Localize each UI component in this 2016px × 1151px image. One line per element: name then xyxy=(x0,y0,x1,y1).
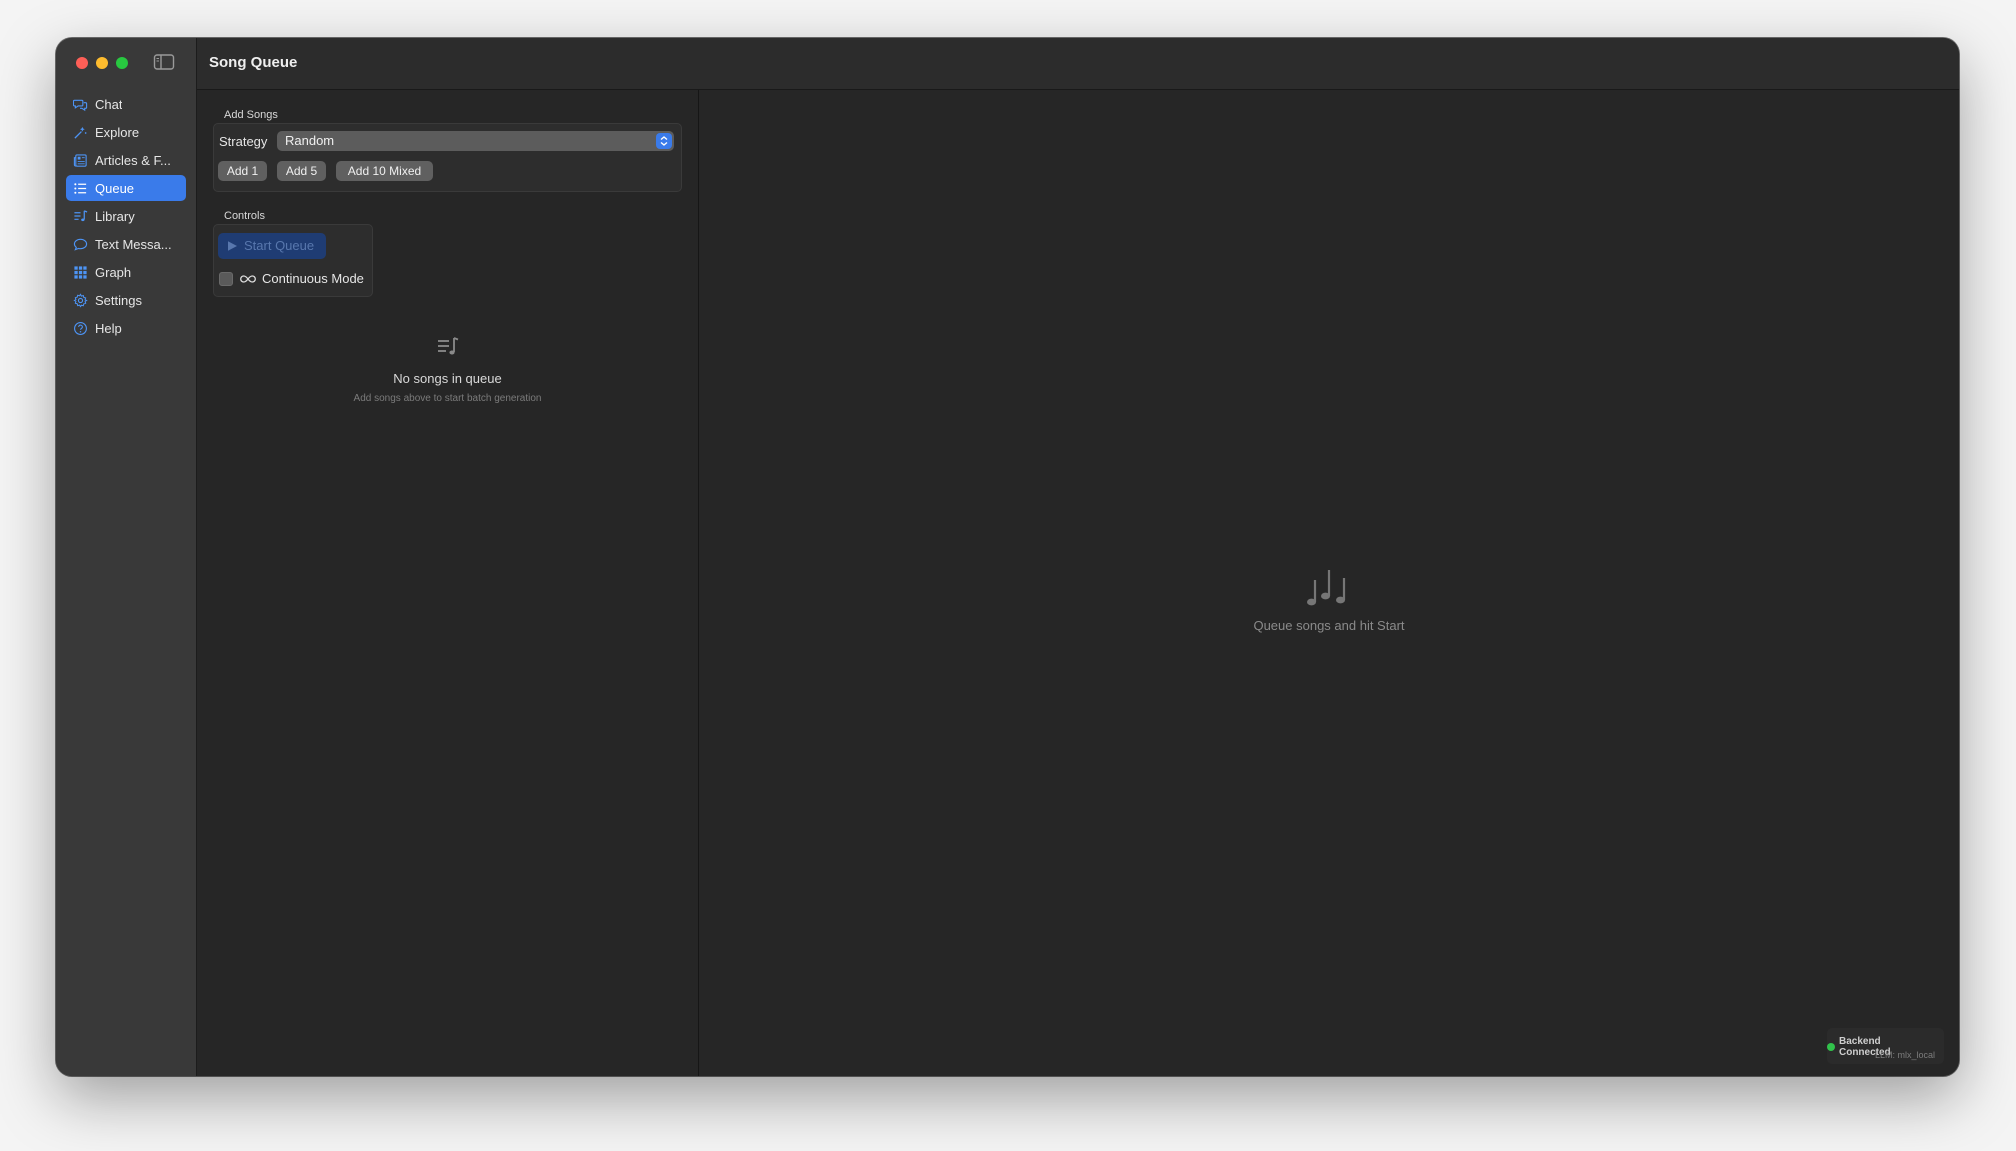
message-bubble-icon xyxy=(72,236,88,252)
close-window-button[interactable] xyxy=(76,57,88,69)
sidebar-item-label: Chat xyxy=(95,96,123,112)
llm-status-label: LLM: mlx_local xyxy=(1874,1050,1935,1060)
sidebar-item-label: Settings xyxy=(95,292,142,308)
sidebar-item-label: Library xyxy=(95,208,135,224)
add-10-mixed-button[interactable]: Add 10 Mixed xyxy=(336,161,433,181)
sidebar-item-library[interactable]: Library xyxy=(66,203,186,229)
newspaper-icon xyxy=(72,152,88,168)
chat-bubbles-icon xyxy=(72,96,88,112)
list-bullet-icon xyxy=(72,180,88,196)
sidebar: Chat Explore Articles & F... Queue Libra… xyxy=(56,38,197,1076)
sidebar-item-label: Articles & F... xyxy=(95,152,171,168)
continuous-mode-label: Continuous Mode xyxy=(262,271,364,286)
sidebar-item-help[interactable]: Help xyxy=(66,315,186,341)
sidebar-item-explore[interactable]: Explore xyxy=(66,119,186,145)
sidebar-toggle-icon[interactable] xyxy=(153,53,175,71)
strategy-label: Strategy xyxy=(219,134,268,149)
page-title: Song Queue xyxy=(209,54,298,71)
status-dot-icon xyxy=(1827,1043,1835,1051)
gear-icon xyxy=(72,292,88,308)
sidebar-item-graph[interactable]: Graph xyxy=(66,259,186,285)
sidebar-nav: Chat Explore Articles & F... Queue Libra… xyxy=(66,91,186,343)
grid-graph-icon xyxy=(72,264,88,280)
chevron-updown-icon xyxy=(656,133,672,149)
continuous-mode-row: Continuous Mode xyxy=(219,271,364,286)
backend-status: Backend Connected LLM: mlx_local xyxy=(1827,1028,1944,1064)
sidebar-item-label: Graph xyxy=(95,264,132,280)
start-queue-label: Start Queue xyxy=(244,238,315,253)
music-library-icon xyxy=(72,208,88,224)
infinity-icon xyxy=(239,273,257,285)
minimize-window-button[interactable] xyxy=(96,57,108,69)
sidebar-item-label: Text Messa... xyxy=(95,236,172,252)
queue-panel: Add Songs Strategy Random Add 1 Add 5 Ad… xyxy=(197,90,699,1076)
controls-section-label: Controls xyxy=(224,210,265,222)
strategy-select-value: Random xyxy=(285,133,335,148)
sidebar-item-queue[interactable]: Queue xyxy=(66,175,186,201)
add-1-button[interactable]: Add 1 xyxy=(218,161,267,181)
main-empty-state: Queue songs and hit Start xyxy=(699,568,1959,633)
sidebar-item-text-messages[interactable]: Text Messa... xyxy=(66,231,186,257)
music-notes-icon xyxy=(699,568,1959,615)
title-bar: Song Queue xyxy=(197,38,1959,90)
sidebar-item-label: Help xyxy=(95,320,122,336)
add-songs-section-label: Add Songs xyxy=(224,109,278,121)
strategy-select[interactable]: Random xyxy=(277,131,674,151)
controls-box: Start Queue Continuous Mode xyxy=(213,224,373,297)
app-window: Chat Explore Articles & F... Queue Libra… xyxy=(56,38,1959,1076)
zoom-window-button[interactable] xyxy=(116,57,128,69)
sidebar-item-label: Queue xyxy=(95,180,135,196)
empty-queue-subtitle: Add songs above to start batch generatio… xyxy=(353,393,542,404)
music-list-icon xyxy=(197,336,698,363)
explore-sparkle-icon xyxy=(72,124,88,140)
sidebar-item-articles[interactable]: Articles & F... xyxy=(66,147,186,173)
main-empty-text: Queue songs and hit Start xyxy=(1253,618,1405,633)
empty-queue-state: No songs in queue Add songs above to sta… xyxy=(197,336,698,404)
add-songs-box: Strategy Random Add 1 Add 5 Add 10 Mixed xyxy=(213,123,682,192)
main-content: Queue songs and hit Start Backend Connec… xyxy=(699,90,1959,1076)
add-5-button[interactable]: Add 5 xyxy=(277,161,326,181)
continuous-mode-checkbox[interactable] xyxy=(219,271,233,286)
window-controls xyxy=(76,57,128,69)
play-icon xyxy=(226,240,238,252)
sidebar-item-label: Explore xyxy=(95,124,140,140)
start-queue-button[interactable]: Start Queue xyxy=(218,233,326,259)
sidebar-item-chat[interactable]: Chat xyxy=(66,91,186,117)
sidebar-item-settings[interactable]: Settings xyxy=(66,287,186,313)
empty-queue-title: No songs in queue xyxy=(393,371,502,386)
question-circle-icon xyxy=(72,320,88,336)
